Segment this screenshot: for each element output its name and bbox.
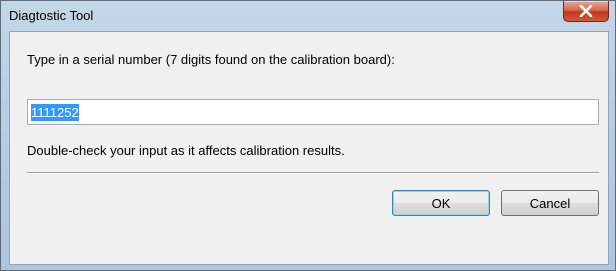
divider [27, 172, 599, 174]
serial-number-input[interactable]: 1111252 [27, 99, 599, 125]
cancel-button[interactable]: Cancel [501, 190, 599, 216]
prompt-label: Type in a serial number (7 digits found … [27, 52, 395, 67]
close-icon [579, 5, 593, 17]
hint-label: Double-check your input as it affects ca… [27, 143, 345, 158]
dialog-window: Diagtostic Tool Type in a serial number … [0, 0, 616, 271]
title-bar[interactable]: Diagtostic Tool [1, 1, 615, 31]
dialog-body: Type in a serial number (7 digits found … [9, 31, 609, 265]
ok-button[interactable]: OK [392, 190, 490, 216]
window-title: Diagtostic Tool [9, 8, 94, 23]
close-button[interactable] [563, 1, 609, 22]
serial-number-value: 1111252 [31, 103, 79, 121]
